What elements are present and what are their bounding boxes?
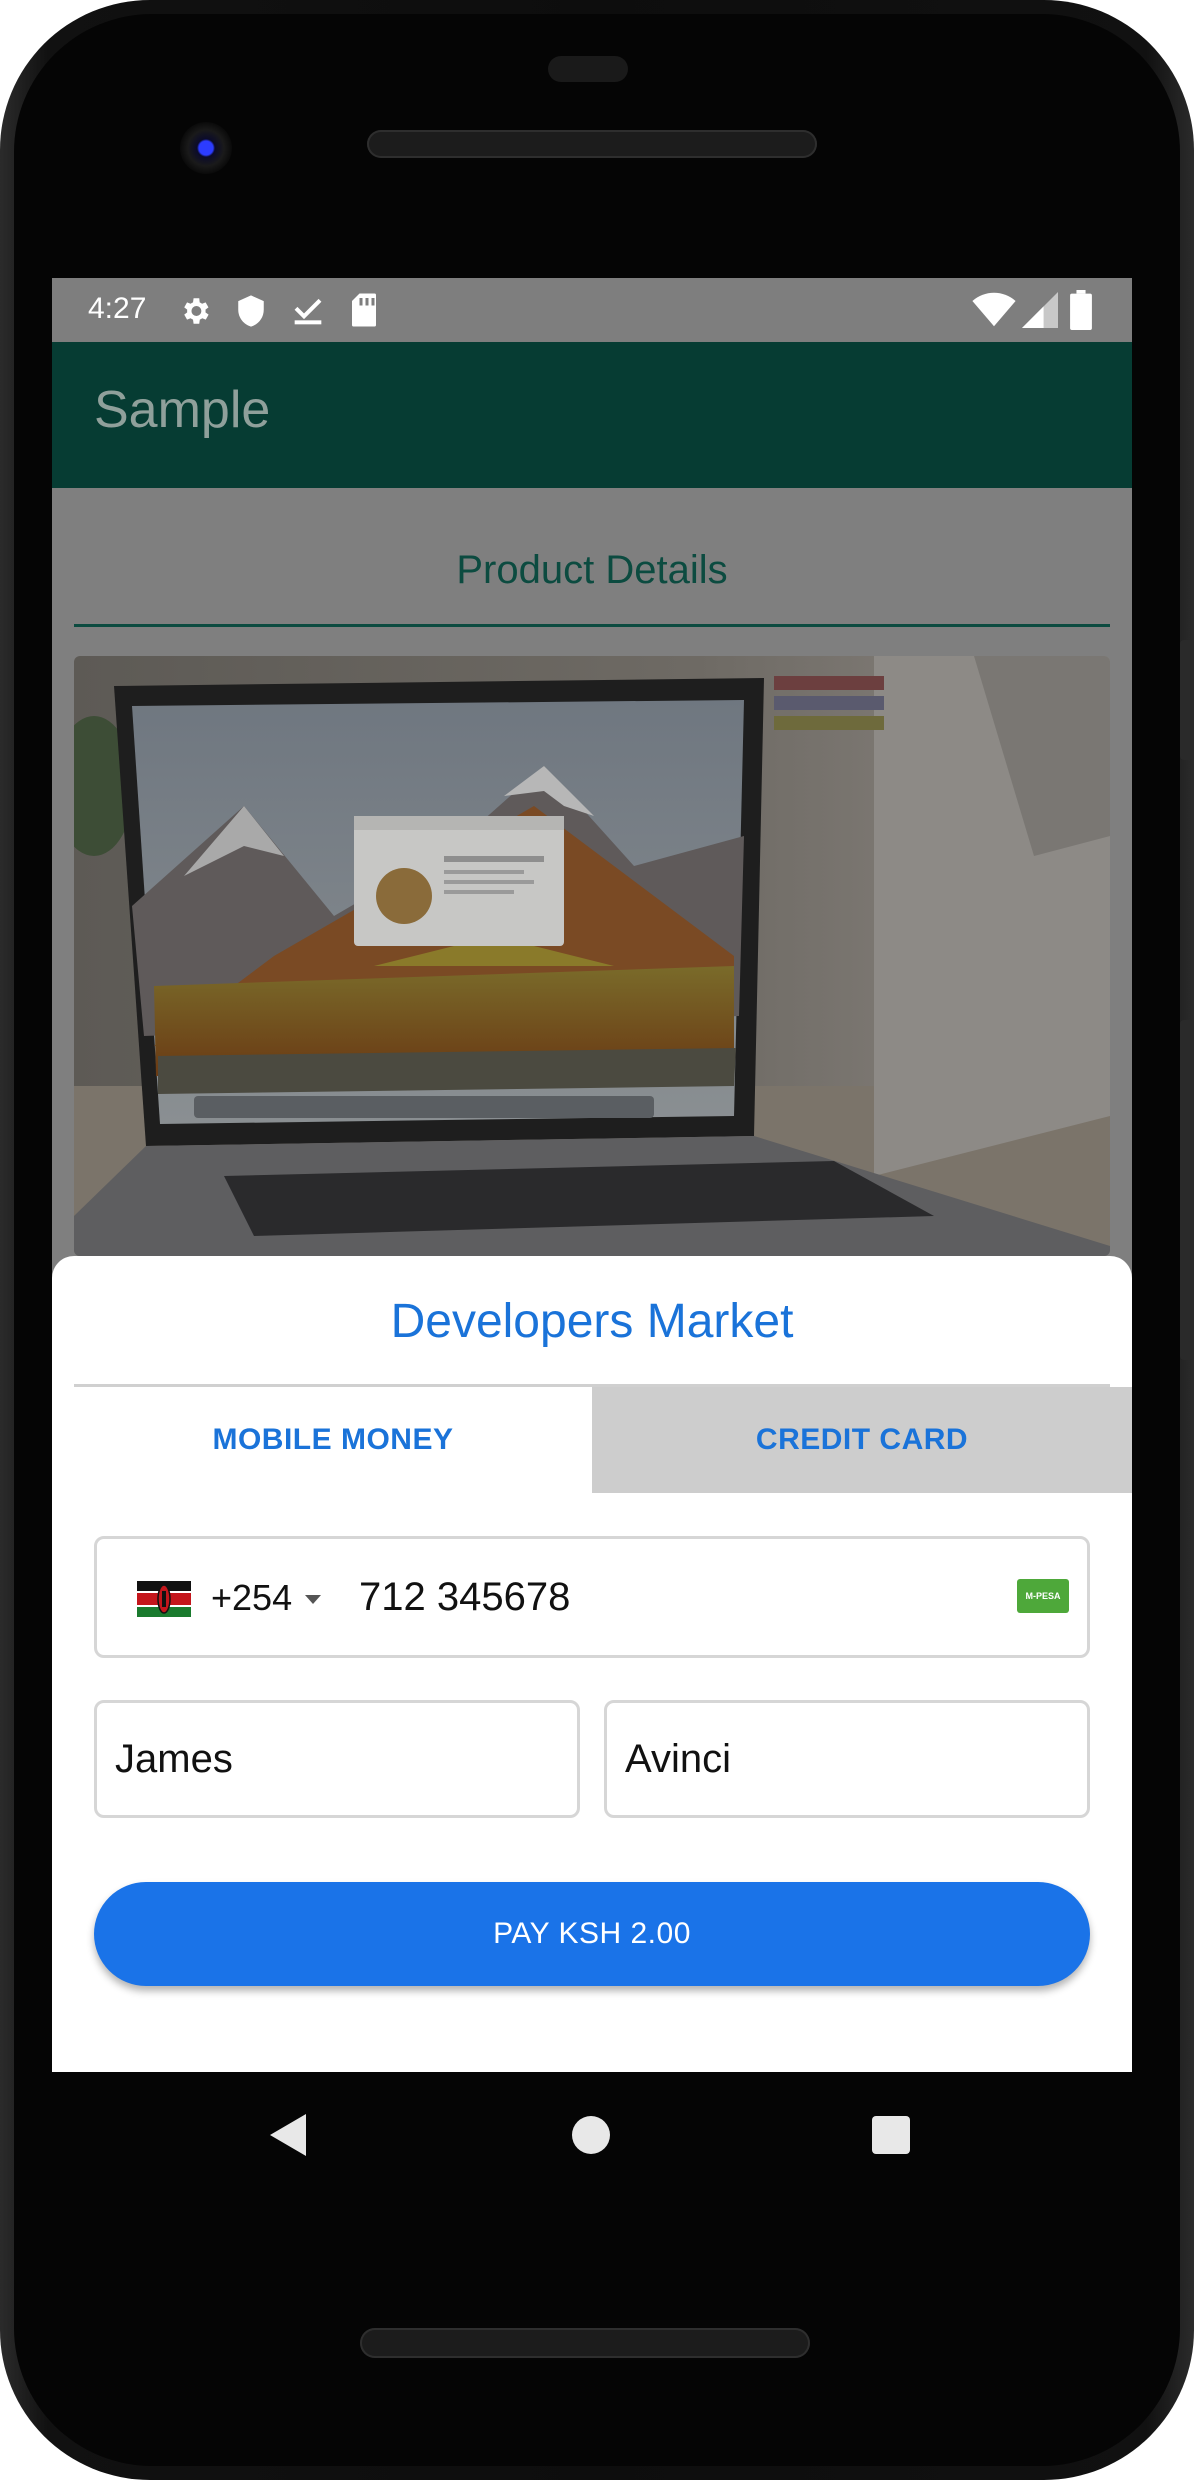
status-bar: 4:27 (52, 278, 1132, 342)
sd-card-icon (352, 293, 376, 327)
wifi-icon (972, 292, 1016, 327)
volume-button (1180, 1020, 1194, 1360)
mpesa-badge-icon: M-PESA (1017, 1579, 1069, 1613)
power-button (1180, 640, 1194, 760)
tab-credit-card[interactable]: CREDIT CARD (592, 1387, 1132, 1493)
home-icon[interactable] (572, 2116, 610, 2154)
shield-icon (238, 295, 264, 327)
phone-number-field: +254 M-PESA (94, 1536, 1090, 1658)
first-name-field (94, 1700, 580, 1818)
status-time: 4:27 (88, 292, 147, 325)
country-code[interactable]: +254 (211, 1577, 292, 1619)
gear-icon (184, 298, 209, 324)
payment-bottom-sheet: Developers Market MOBILE MONEY CREDIT CA… (52, 1256, 1132, 2072)
title-underline (74, 624, 1110, 627)
top-speaker (367, 130, 817, 158)
phone-number-input[interactable] (359, 1563, 959, 1631)
last-name-input[interactable] (625, 1727, 1065, 1791)
front-camera-icon (180, 122, 232, 174)
earpiece (548, 56, 628, 82)
kenya-flag-icon[interactable] (137, 1581, 191, 1617)
laptop-photo-icon (74, 656, 1110, 1256)
battery-icon (1070, 290, 1092, 330)
back-icon[interactable] (268, 2112, 308, 2158)
recent-apps-icon[interactable] (872, 2116, 910, 2154)
signal-icon (1022, 292, 1058, 328)
app-title: Sample (94, 381, 271, 439)
screen: 4:27 Sample Product Details Developers M… (52, 278, 1132, 2072)
first-name-input[interactable] (115, 1727, 555, 1791)
product-image (74, 656, 1110, 1256)
last-name-field (604, 1700, 1090, 1818)
check-download-icon (294, 298, 322, 325)
tab-mobile-money[interactable]: MOBILE MONEY (74, 1387, 592, 1493)
merchant-title: Developers Market (390, 1295, 794, 1348)
country-dropdown-caret-icon[interactable] (305, 1595, 321, 1604)
pay-button[interactable]: PAY KSH 2.00 (94, 1882, 1090, 1986)
bottom-speaker (360, 2328, 810, 2358)
product-details-title: Product Details (456, 548, 728, 592)
app-bar: Sample (52, 342, 1132, 488)
